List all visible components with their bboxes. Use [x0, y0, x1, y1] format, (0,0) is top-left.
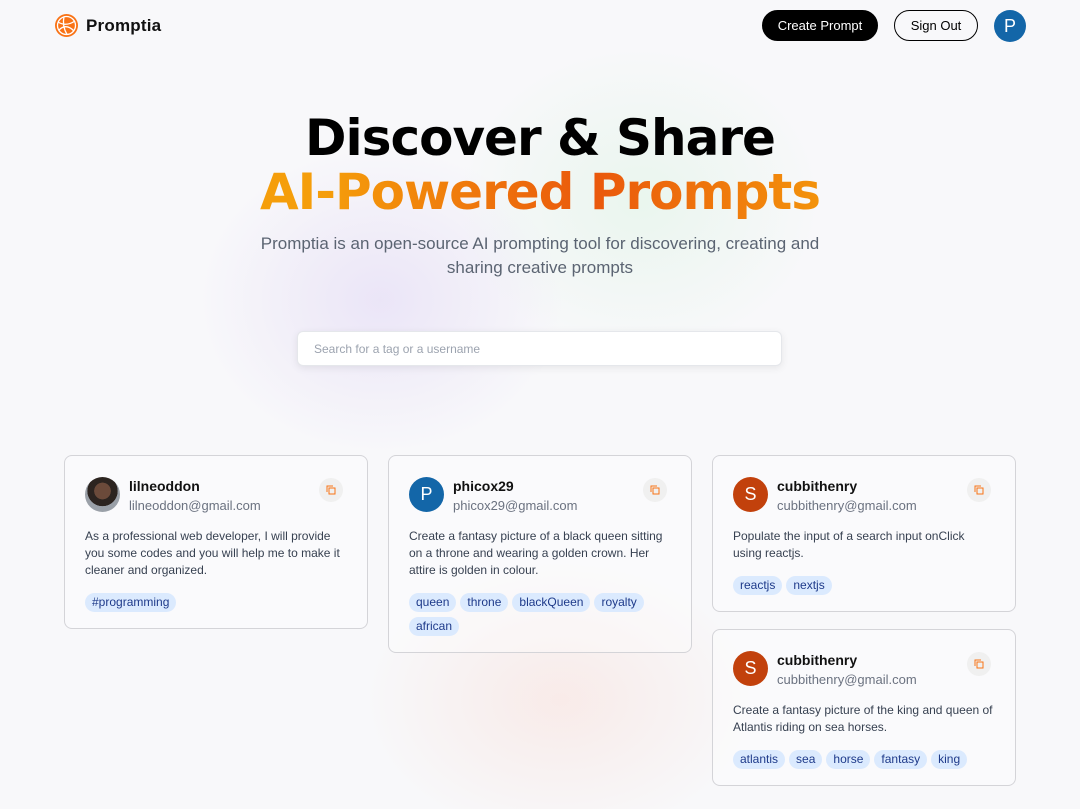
card-username[interactable]: cubbithenry	[777, 478, 857, 494]
card-username[interactable]: lilneoddon	[129, 478, 200, 494]
tag[interactable]: atlantis	[733, 750, 786, 769]
search-input[interactable]	[297, 331, 782, 366]
tag[interactable]: king	[931, 750, 968, 769]
sign-out-button[interactable]: Sign Out	[894, 10, 978, 41]
tag[interactable]: #programming	[85, 593, 177, 612]
card-username[interactable]: cubbithenry	[777, 652, 857, 668]
hero-title-highlight: AI-Powered Prompts	[0, 165, 1080, 219]
create-prompt-button[interactable]: Create Prompt	[762, 10, 878, 41]
tag-list: atlantis sea horse fantasy king	[733, 750, 995, 769]
card-email: lilneoddon@gmail.com	[129, 498, 261, 513]
tag[interactable]: fantasy	[874, 750, 928, 769]
card-email: phicox29@gmail.com	[453, 498, 578, 513]
user-avatar[interactable]: S	[733, 477, 768, 512]
user-avatar[interactable]: P	[409, 477, 444, 512]
user-avatar[interactable]	[85, 477, 120, 512]
user-avatar[interactable]: S	[733, 651, 768, 686]
brand-name[interactable]: Promptia	[86, 16, 161, 36]
card-prompt-text: Create a fantasy picture of a black quee…	[409, 529, 663, 577]
tag-list: queen throne blackQueen royalty african	[409, 593, 671, 636]
prompt-card: P phicox29 phicox29@gmail.com Create a f…	[388, 455, 692, 653]
card-email: cubbithenry@gmail.com	[777, 672, 917, 687]
tag[interactable]: blackQueen	[512, 593, 591, 612]
tag[interactable]: reactjs	[733, 576, 783, 595]
tag[interactable]: royalty	[594, 593, 644, 612]
card-prompt-text: Create a fantasy picture of the king and…	[733, 703, 993, 734]
prompt-card: S cubbithenry cubbithenry@gmail.com Crea…	[712, 629, 1016, 786]
card-prompt-text: As a professional web developer, I will …	[85, 529, 340, 577]
copy-icon[interactable]	[643, 478, 667, 502]
tag-list: #programming	[85, 593, 347, 612]
tag[interactable]: african	[409, 617, 460, 636]
tag[interactable]: throne	[460, 593, 509, 612]
copy-icon[interactable]	[319, 478, 343, 502]
hero-description: Promptia is an open-source AI prompting …	[260, 234, 820, 277]
card-username[interactable]: phicox29	[453, 478, 514, 494]
tag[interactable]: nextjs	[786, 576, 832, 595]
prompt-card: S cubbithenry cubbithenry@gmail.com Popu…	[712, 455, 1016, 612]
tag[interactable]: horse	[826, 750, 871, 769]
tag[interactable]: queen	[409, 593, 457, 612]
copy-icon[interactable]	[967, 652, 991, 676]
profile-avatar[interactable]: P	[994, 10, 1026, 42]
promptia-logo-icon[interactable]	[54, 13, 79, 38]
tag[interactable]: sea	[789, 750, 823, 769]
prompt-card: lilneoddon lilneoddon@gmail.com As a pro…	[64, 455, 368, 629]
hero-title: Discover & Share	[305, 109, 776, 167]
copy-icon[interactable]	[967, 478, 991, 502]
card-email: cubbithenry@gmail.com	[777, 498, 917, 513]
tag-list: reactjs nextjs	[733, 576, 995, 595]
card-prompt-text: Populate the input of a search input onC…	[733, 529, 965, 560]
top-nav: Promptia Create Prompt Sign Out P	[0, 0, 1080, 52]
